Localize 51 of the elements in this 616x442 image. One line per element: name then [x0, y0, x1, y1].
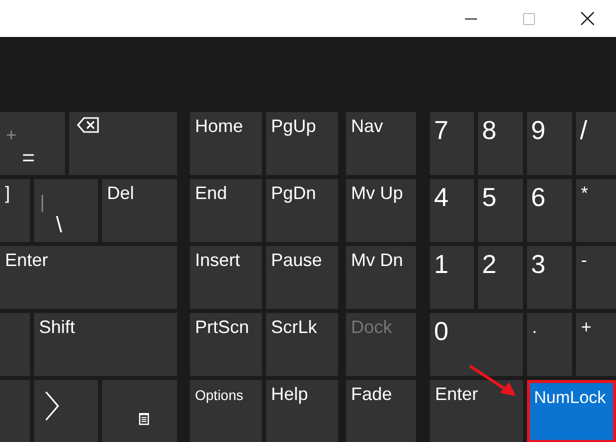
- key[interactable]: 3: [527, 246, 572, 309]
- key[interactable]: 9: [527, 112, 572, 175]
- key[interactable]: | \: [34, 179, 98, 242]
- blank-key[interactable]: [0, 380, 30, 442]
- key[interactable]: 5: [478, 179, 523, 242]
- shift-legend: +: [6, 126, 17, 146]
- key[interactable]: Shift: [34, 313, 177, 376]
- key[interactable]: Mv Up: [346, 179, 416, 242]
- backspace-key[interactable]: [69, 112, 177, 175]
- close-icon: [580, 12, 594, 25]
- chevron-right-icon: [45, 391, 59, 421]
- key[interactable]: 4: [430, 179, 474, 242]
- menu-key[interactable]: [102, 380, 177, 442]
- key[interactable]: Mv Dn: [346, 246, 416, 309]
- key-legend: =: [22, 146, 35, 170]
- chevron-key[interactable]: [34, 380, 98, 442]
- key[interactable]: PgUp: [266, 112, 338, 175]
- key[interactable]: ]: [0, 179, 30, 242]
- key[interactable]: .: [527, 313, 572, 376]
- key[interactable]: 6: [527, 179, 572, 242]
- key[interactable]: +: [576, 313, 616, 376]
- key[interactable]: Pause: [266, 246, 338, 309]
- key[interactable]: ScrLk: [266, 313, 338, 376]
- key[interactable]: 8: [478, 112, 523, 175]
- key[interactable]: 7: [430, 112, 474, 175]
- key[interactable]: Del: [102, 179, 177, 242]
- shift-legend: |: [40, 193, 45, 213]
- key[interactable]: Enter: [0, 246, 177, 309]
- key[interactable]: Fade: [346, 380, 416, 442]
- key[interactable]: /: [576, 112, 616, 175]
- key[interactable]: Home: [190, 112, 262, 175]
- key[interactable]: PgDn: [266, 179, 338, 242]
- key[interactable]: PrtScn: [190, 313, 262, 376]
- key[interactable]: End: [190, 179, 262, 242]
- key[interactable]: Help: [266, 380, 338, 442]
- menu-icon: [139, 413, 149, 425]
- key[interactable]: + =: [0, 112, 65, 175]
- blank-key[interactable]: [0, 313, 30, 376]
- key[interactable]: Insert: [190, 246, 262, 309]
- key[interactable]: Options: [190, 380, 262, 442]
- key-legend: \: [56, 212, 62, 237]
- highlighted-key[interactable]: NumLock: [527, 380, 616, 442]
- key[interactable]: Nav: [346, 112, 416, 175]
- key[interactable]: 0: [430, 313, 523, 376]
- key[interactable]: 1: [430, 246, 474, 309]
- key[interactable]: Enter: [430, 380, 523, 442]
- key[interactable]: 2: [478, 246, 523, 309]
- key[interactable]: -: [576, 246, 616, 309]
- maximize-icon: [523, 12, 535, 24]
- backspace-icon: [77, 117, 99, 133]
- key[interactable]: *: [576, 179, 616, 242]
